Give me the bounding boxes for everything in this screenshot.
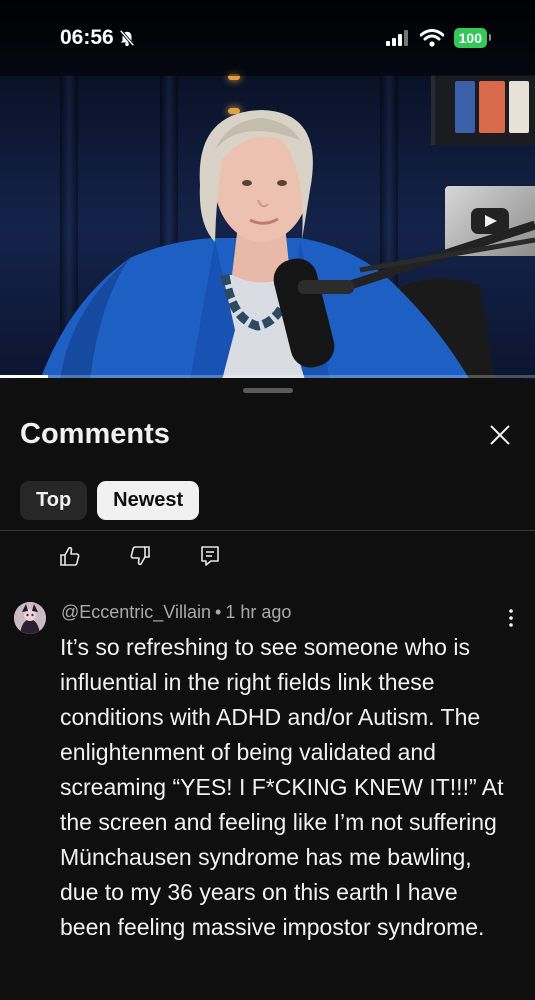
status-indicators: 100 [385, 28, 492, 48]
divider [0, 530, 535, 531]
sort-chips: Top Newest [20, 481, 200, 520]
reply-icon[interactable] [198, 544, 222, 568]
thumbs-down-icon[interactable] [128, 544, 152, 568]
chip-newest[interactable]: Newest [97, 481, 200, 520]
comment-text: It’s so refreshing to see someone who is… [60, 634, 504, 940]
comment-time: 1 hr ago [225, 602, 292, 622]
battery-level: 100 [458, 30, 482, 46]
comments-title: Comments [20, 418, 170, 450]
sheet-drag-handle[interactable] [243, 388, 293, 393]
battery-icon: 100 [453, 28, 492, 48]
meta-separator: • [215, 602, 222, 622]
comments-sheet: Comments Top Newest @Eccentric_Villain •… [0, 378, 535, 1000]
thumbs-up-icon[interactable] [58, 544, 82, 568]
chip-top[interactable]: Top [20, 481, 88, 520]
cellular-signal-icon [385, 30, 408, 46]
app-screen: 06:56 100 Comments Top Newest @Eccentric… [0, 0, 535, 1000]
status-bar: 06:56 100 [0, 0, 535, 76]
status-clock: 06:56 [60, 26, 136, 50]
comment-author[interactable]: @Eccentric_Villain [61, 602, 211, 622]
avatar-image [14, 602, 46, 634]
video-player[interactable]: 06:56 100 [0, 0, 535, 380]
bell-slash-icon [119, 29, 135, 47]
more-vertical-icon[interactable] [503, 606, 519, 630]
comment-meta: @Eccentric_Villain • 1 hr ago [61, 602, 291, 623]
previous-comment-actions [58, 544, 222, 568]
time-text: 06:56 [60, 26, 114, 49]
avatar[interactable] [14, 602, 46, 634]
close-icon[interactable] [487, 422, 513, 448]
wifi-icon [419, 29, 444, 47]
